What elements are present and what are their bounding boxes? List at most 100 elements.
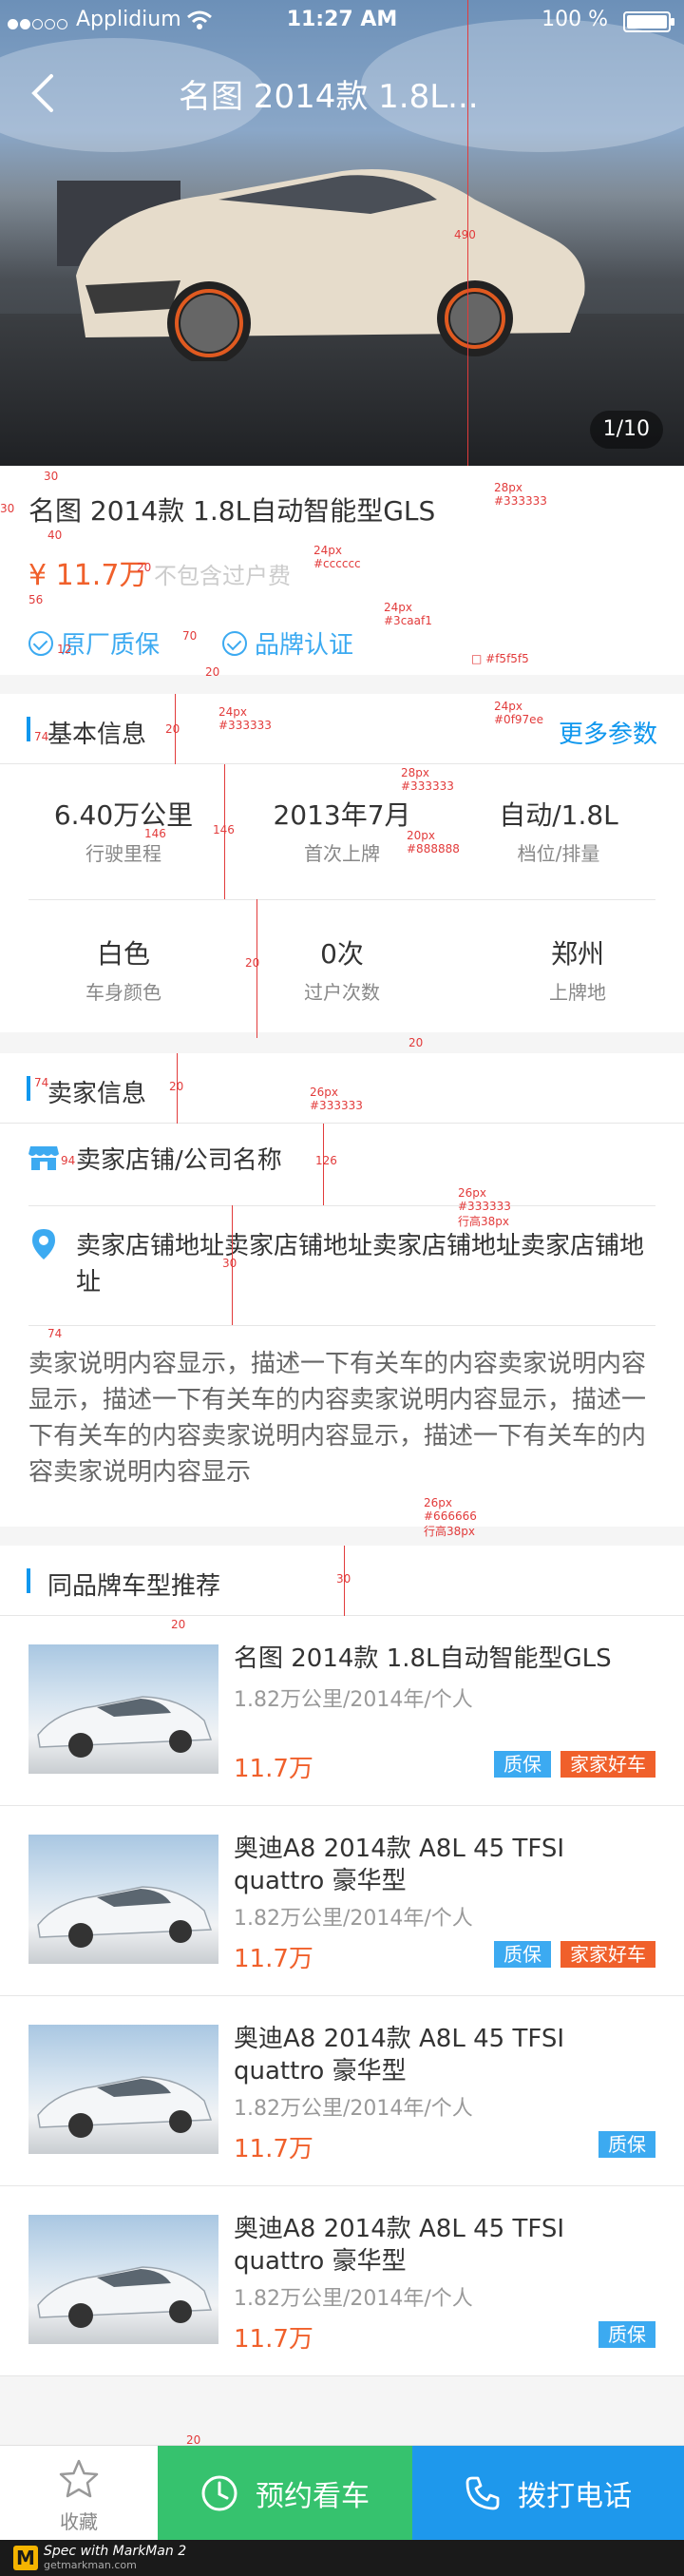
spec-measure: 20	[186, 2433, 201, 2447]
car-thumbnail	[28, 2025, 218, 2154]
info-transfers: 0次 过户次数	[228, 933, 456, 1005]
spec-note: 24px #333333	[218, 705, 272, 732]
book-viewing-button[interactable]: 预约看车	[158, 2446, 412, 2541]
tag-warranty: 质保	[494, 1941, 551, 1968]
spec-measure: 20	[169, 1080, 184, 1093]
spec-measure: 94	[61, 1154, 76, 1167]
badge-brand-certified: 品牌认证	[222, 625, 353, 661]
recommend-item-name: 奥迪A8 2014款 A8L 45 TFSI quattro 豪华型	[234, 1835, 565, 1895]
tag-good-car: 家家好车	[560, 1751, 656, 1778]
tag-warranty: 质保	[598, 2131, 656, 2158]
spec-measure: 12	[57, 643, 72, 656]
nav-title: 名图 2014款 1.8L...	[179, 78, 479, 116]
recommend-item-meta: 1.82万公里/2014年/个人	[234, 1907, 473, 1931]
spec-measure: 126	[315, 1154, 337, 1167]
car-price: ¥ 11.7万	[28, 559, 148, 592]
spec-measure: 74	[48, 1327, 63, 1340]
car-title: 名图 2014款 1.8L自动智能型GLS	[28, 495, 436, 527]
basic-info-header: 基本信息 更多参数	[0, 694, 684, 764]
spec-note: 24px #cccccc	[314, 544, 361, 570]
info-mileage: 6.40万公里 行驶里程	[10, 795, 238, 866]
section-title: 卖家信息	[48, 1080, 147, 1108]
recommend-item-price: 11.7万	[234, 2135, 314, 2163]
shop-name: 卖家店铺/公司名称	[76, 1146, 282, 1175]
info-registration-city: 郑州 上牌地	[464, 933, 684, 1005]
markman-url: getmarkman.com	[44, 2559, 137, 2571]
badge-factory-warranty: 原厂质保	[28, 625, 160, 661]
seller-shop-row: 卖家店铺/公司名称	[28, 1143, 656, 1179]
info-value: 自动/1.8L	[499, 799, 618, 831]
recommend-item-tags: 质保	[598, 2321, 656, 2348]
spec-measure: 30	[222, 1257, 238, 1270]
info-value: 6.40万公里	[53, 799, 194, 831]
info-label: 上牌地	[549, 981, 606, 1004]
battery-icon	[623, 11, 674, 32]
spec-note: 26px #333333	[310, 1086, 363, 1112]
call-button[interactable]: 拨打电话	[412, 2446, 684, 2541]
spec-measure: 40	[48, 529, 63, 542]
car-thumbnail-image	[37, 1696, 213, 1758]
recommend-item-tags: 质保 家家好车	[494, 1941, 656, 1968]
back-arrow-icon[interactable]	[27, 72, 61, 114]
markman-brand: Spec with MarkMan 2	[44, 2544, 187, 2559]
recommend-item-price: 11.7万	[234, 1755, 314, 1783]
spec-measure: 20	[165, 722, 180, 736]
recommend-item-price: 11.7万	[234, 1945, 314, 1973]
shop-address: 卖家店铺地址卖家店铺地址卖家店铺地址卖家店铺地址	[76, 1232, 645, 1297]
markman-logo-icon: M	[13, 2546, 38, 2570]
info-value: 白色	[96, 938, 150, 970]
info-label: 车身颜色	[86, 981, 162, 1004]
spec-measure: 30	[44, 470, 59, 483]
section-accent-bar	[27, 1076, 30, 1101]
section-accent-bar	[27, 717, 30, 741]
car-thumbnail-image	[37, 2266, 213, 2328]
car-thumbnail	[28, 1835, 218, 1964]
divider	[28, 1325, 656, 1326]
photo-gallery[interactable]: Applidium 11:27 AM 100 % 名图 2014款 1.8L..…	[0, 0, 684, 466]
spec-measure: 20	[171, 1618, 186, 1631]
divider	[28, 899, 656, 900]
gallery-pager: 1/10	[589, 411, 663, 449]
markman-footer: M Spec with MarkMan 2 getmarkman.com	[0, 2540, 684, 2576]
recommend-item-name: 名图 2014款 1.8L自动智能型GLS	[234, 1644, 612, 1673]
spec-measure: 70	[182, 629, 198, 643]
price-note: 不包含过户费	[154, 563, 291, 589]
spec-note: 28px #333333	[401, 766, 454, 793]
check-circle-icon	[222, 630, 247, 656]
car-thumbnail	[28, 1644, 218, 1774]
spec-measure: 20	[205, 665, 220, 679]
car-thumbnail-image	[37, 2076, 213, 2138]
info-label: 行驶里程	[86, 842, 162, 865]
section-accent-bar	[27, 1568, 30, 1593]
spec-measure: 74	[34, 1076, 49, 1089]
tag-good-car: 家家好车	[560, 1941, 656, 1968]
clock-icon	[201, 2475, 238, 2511]
tag-warranty: 质保	[494, 1751, 551, 1778]
spec-measure: 74	[34, 730, 49, 743]
divider	[28, 1205, 656, 1206]
spec-note: 24px #3caaf1	[384, 601, 432, 627]
tag-warranty: 质保	[598, 2321, 656, 2348]
info-value: 2013年7月	[273, 799, 411, 831]
bottom-action-bar: 收藏 预约看车 拨打电话	[0, 2445, 684, 2541]
more-params-link[interactable]: 更多参数	[559, 715, 657, 750]
favorite-button[interactable]: 收藏	[0, 2446, 158, 2541]
info-value: 0次	[320, 938, 364, 970]
seller-description: 卖家说明内容显示，描述一下有关车的内容卖家说明内容显示，描述一下有关车的内容卖家…	[28, 1350, 647, 1487]
recommend-item[interactable]: 奥迪A8 2014款 A8L 45 TFSI quattro 豪华型 1.82万…	[0, 2186, 684, 2376]
recommend-item-name: 奥迪A8 2014款 A8L 45 TFSI quattro 豪华型	[234, 2215, 565, 2276]
info-label: 档位/排量	[517, 842, 600, 865]
car-photo	[57, 169, 585, 361]
book-viewing-label: 预约看车	[256, 2480, 370, 2513]
call-label: 拨打电话	[518, 2480, 632, 2513]
battery-percent: 100 %	[542, 8, 608, 31]
recommend-item[interactable]: 奥迪A8 2014款 A8L 45 TFSI quattro 豪华型 1.82万…	[0, 1996, 684, 2186]
badge-label: 原厂质保	[61, 631, 161, 660]
recommend-item[interactable]: 名图 2014款 1.8L自动智能型GLS 1.82万公里/2014年/个人 1…	[0, 1616, 684, 1806]
recommend-item[interactable]: 奥迪A8 2014款 A8L 45 TFSI quattro 豪华型 1.82万…	[0, 1806, 684, 1996]
spec-measure: 30	[336, 1572, 352, 1586]
spec-measure: 20	[408, 1036, 424, 1049]
spec-note: 26px #666666 行高38px	[424, 1496, 477, 1538]
badge-label: 品牌认证	[255, 631, 354, 660]
info-transmission: 自动/1.8L 档位/排量	[445, 795, 673, 866]
